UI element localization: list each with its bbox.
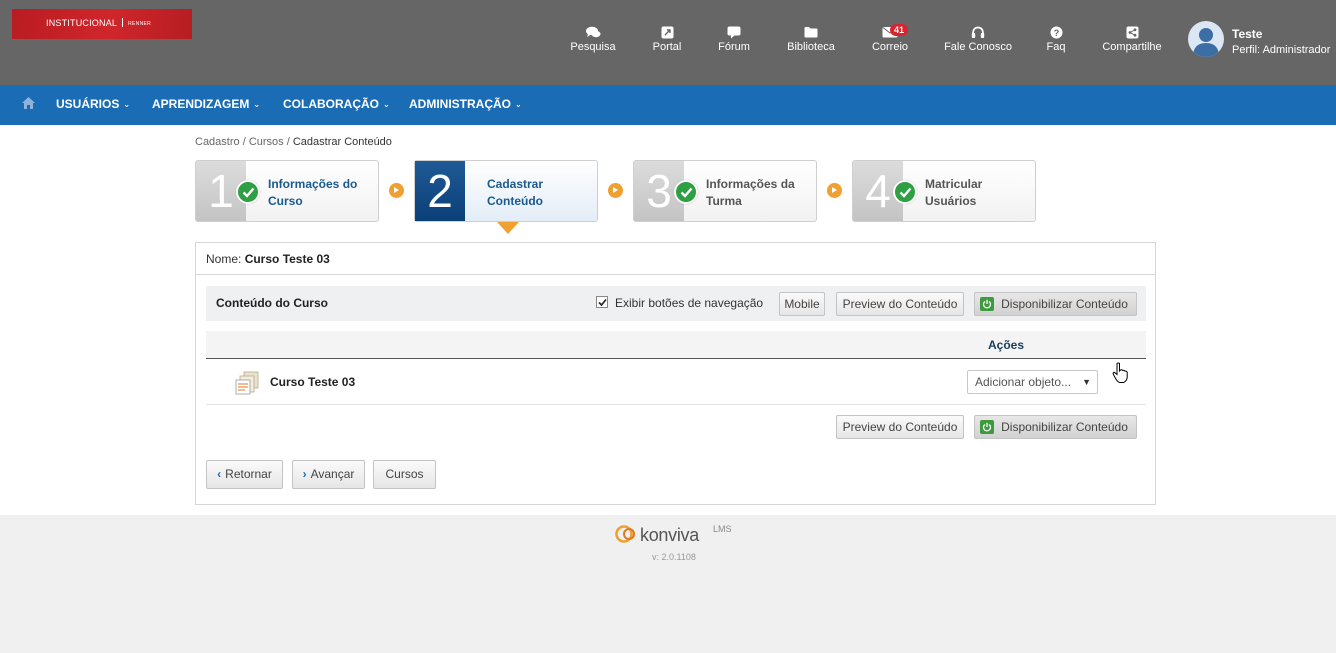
nav-forum[interactable]: Fórum (716, 26, 752, 56)
mobile-button[interactable]: Mobile (779, 292, 825, 316)
check-icon (674, 180, 698, 204)
chevron-left-icon: ‹ (217, 467, 222, 481)
home-icon[interactable] (21, 96, 36, 115)
chevron-down-icon: ⌄ (383, 100, 390, 109)
panel-title: Conteúdo do Curso (216, 296, 328, 310)
folder-icon (784, 26, 838, 39)
mail-count-badge: 41 (890, 24, 909, 36)
add-object-select[interactable]: Adicionar objeto... ▼ (967, 370, 1098, 394)
footer-lms: LMS (713, 524, 732, 534)
nav-portal[interactable]: Portal (651, 26, 683, 56)
nav-pesquisa[interactable]: Pesquisa (570, 26, 616, 56)
user-name[interactable]: Teste (1232, 27, 1262, 41)
konviva-logo-icon (614, 522, 640, 546)
power-icon (980, 297, 994, 311)
footer-brand: konviva (640, 525, 699, 545)
step-informacoes-turma[interactable]: 3 Informações da Turma (633, 160, 817, 222)
headset-icon (943, 26, 1013, 39)
next-button[interactable]: › Avançar (292, 460, 365, 489)
chat-bubbles-icon (570, 26, 616, 39)
courses-button[interactable]: Cursos (373, 460, 436, 489)
nav-fale-conosco[interactable]: Fale Conosco (943, 26, 1013, 56)
active-step-pointer-icon (497, 222, 519, 234)
breadcrumb-current: Cadastrar Conteúdo (292, 136, 392, 148)
menu-colaboracao[interactable]: COLABORAÇÃO ⌄ (283, 97, 390, 111)
content-panel: Conteúdo do Curso Exibir botões de naveg… (195, 275, 1156, 505)
step-label: Informações do Curso (268, 177, 358, 208)
comment-icon (716, 26, 752, 39)
nav-correio[interactable]: 41 Correio (870, 24, 910, 56)
step-informacoes-curso[interactable]: 1 Informações do Curso (195, 160, 379, 222)
check-icon (893, 180, 917, 204)
preview-button-bottom[interactable]: Preview do Conteúdo (836, 415, 964, 439)
svg-text:?: ? (1053, 28, 1059, 38)
menu-administracao[interactable]: ADMINISTRAÇÃO ⌄ (409, 97, 522, 111)
column-actions: Ações (988, 338, 1025, 352)
check-icon (236, 180, 260, 204)
chevron-down-icon: ⌄ (515, 100, 522, 109)
step-number: 2 (415, 161, 465, 221)
user-avatar[interactable] (1188, 21, 1224, 57)
show-nav-label[interactable]: Exibir botões de navegação (615, 296, 763, 310)
chevron-down-icon: ⌄ (253, 100, 261, 109)
step-arrow-icon (389, 183, 404, 198)
back-button[interactable]: ‹ Retornar (206, 460, 283, 489)
step-cadastrar-conteudo[interactable]: 2 Cadastrar Conteúdo (414, 160, 598, 222)
chevron-down-icon: ⌄ (123, 100, 131, 109)
step-arrow-icon (827, 183, 842, 198)
user-role: Perfil: Administrador (1232, 44, 1331, 56)
course-name-box: Nome: Curso Teste 03 (195, 242, 1156, 275)
chevron-right-icon: › (302, 467, 307, 481)
table-header: Ações (206, 331, 1146, 359)
nav-biblioteca[interactable]: Biblioteca (784, 26, 838, 56)
step-label: Cadastrar Conteúdo (487, 177, 544, 208)
step-matricular-usuarios[interactable]: 4 Matricular Usuários (852, 160, 1036, 222)
external-link-icon (651, 26, 683, 39)
row-title[interactable]: Curso Teste 03 (270, 375, 355, 389)
top-header: INSTITUCIONAL RENNER Pesquisa Portal Fóru… (0, 0, 1336, 85)
table-row: Curso Teste 03 Adicionar objeto... ▼ (206, 360, 1146, 405)
publish-button-bottom[interactable]: Disponibilizar Conteúdo (974, 415, 1137, 439)
show-nav-checkbox[interactable] (596, 296, 608, 308)
step-label: Matricular Usuários (925, 177, 983, 208)
question-icon: ? (1044, 26, 1068, 39)
nav-compartilhe[interactable]: Compartilhe (1099, 26, 1165, 56)
panel-header: Conteúdo do Curso Exibir botões de naveg… (206, 286, 1146, 321)
breadcrumb: Cadastro / Cursos / Cadastrar Conteúdo (195, 136, 392, 148)
course-name-value: Curso Teste 03 (244, 252, 330, 266)
logo-text: INSTITUCIONAL RENNER (46, 18, 152, 28)
power-icon (980, 420, 994, 434)
footer-version: v: 2.0.1108 (652, 552, 696, 562)
nav-faq[interactable]: ? Faq (1044, 26, 1068, 56)
menu-aprendizagem[interactable]: APRENDIZAGEM ⌄ (152, 97, 260, 111)
hand-cursor-icon (1112, 362, 1130, 389)
step-label: Informações da Turma (706, 177, 795, 208)
brand-logo[interactable]: INSTITUCIONAL RENNER (12, 9, 192, 39)
preview-button[interactable]: Preview do Conteúdo (836, 292, 964, 316)
menu-usuarios[interactable]: USUÁRIOS ⌄ (56, 97, 130, 111)
content-package-icon (235, 370, 261, 401)
step-arrow-icon (608, 183, 623, 198)
share-icon (1099, 26, 1165, 39)
breadcrumb-cursos[interactable]: Cursos (249, 136, 284, 148)
course-name-label: Nome: (206, 252, 242, 266)
dropdown-arrow-icon: ▼ (1082, 377, 1091, 387)
main-nav: USUÁRIOS ⌄ APRENDIZAGEM ⌄ COLABORAÇÃO ⌄ ADM… (0, 85, 1336, 125)
breadcrumb-cadastro[interactable]: Cadastro (195, 136, 240, 148)
publish-button[interactable]: Disponibilizar Conteúdo (974, 292, 1137, 316)
